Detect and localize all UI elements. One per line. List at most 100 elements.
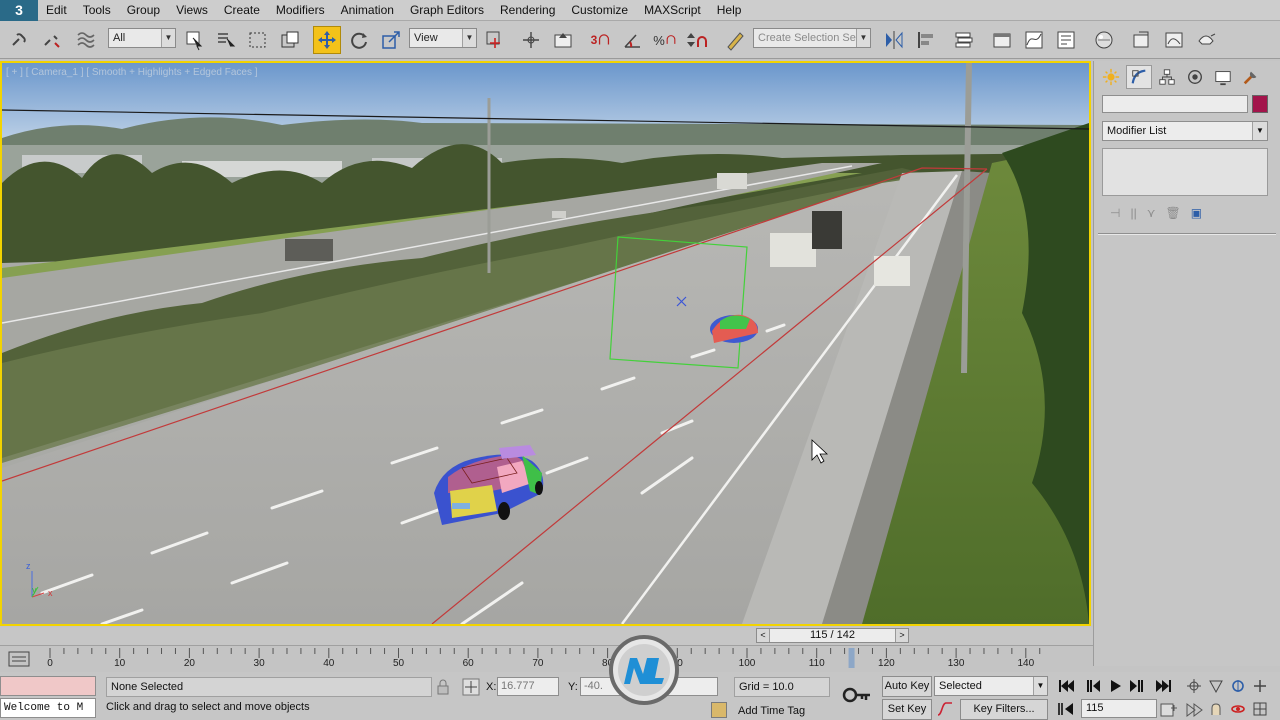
remove-modifier-icon[interactable]: 🗑	[1165, 206, 1180, 220]
select-by-name-icon[interactable]	[212, 26, 240, 54]
time-configuration-icon[interactable]	[1160, 702, 1178, 718]
hierarchy-icon[interactable]	[1154, 65, 1180, 89]
percent-snap-toggle-icon[interactable]: %	[651, 26, 679, 54]
mirror-icon[interactable]	[880, 26, 908, 54]
orbit-camera-icon[interactable]	[1228, 677, 1248, 695]
rectangular-selection-region-icon[interactable]	[244, 26, 272, 54]
menu-group[interactable]: Group	[119, 0, 168, 21]
go-to-end-icon[interactable]	[1152, 678, 1174, 694]
current-frame-field[interactable]: 115	[1081, 699, 1157, 718]
far-car-model[interactable]	[710, 314, 758, 343]
spinner-snap-toggle-icon[interactable]	[683, 26, 711, 54]
select-and-rotate-icon[interactable]	[345, 26, 373, 54]
menu-customize[interactable]: Customize	[563, 0, 636, 21]
add-time-tag[interactable]: Add Time Tag	[738, 705, 805, 717]
menu-rendering[interactable]: Rendering	[492, 0, 563, 21]
previous-frame-icon[interactable]	[1082, 678, 1104, 694]
object-name-field[interactable]	[1102, 95, 1248, 113]
key-mode-dropdown[interactable]: Selected ▼	[934, 676, 1048, 696]
angle-snap-toggle-icon[interactable]	[619, 26, 647, 54]
window-crossing-icon[interactable]	[276, 26, 304, 54]
prompt-line: Click and drag to select and move object…	[106, 701, 310, 713]
modifier-list-dropdown[interactable]: Modifier List ▼	[1102, 121, 1268, 141]
schematic-view-icon[interactable]	[1052, 26, 1080, 54]
menu-views[interactable]: Views	[168, 0, 216, 21]
default-in-out-tangents-icon[interactable]	[936, 701, 954, 717]
x-coord-field[interactable]: 16.777	[497, 677, 559, 696]
next-frame-button[interactable]: >	[895, 629, 908, 642]
reference-coordinate-dropdown[interactable]: View ▼	[409, 28, 477, 48]
go-to-start-icon[interactable]	[1056, 678, 1078, 694]
truck-camera-icon[interactable]	[1206, 700, 1226, 718]
menu-edit[interactable]: Edit	[38, 0, 75, 21]
select-and-move-icon[interactable]	[313, 26, 341, 54]
menu-create[interactable]: Create	[216, 0, 268, 21]
make-unique-icon[interactable]: ⋎	[1147, 206, 1156, 220]
menu-animation[interactable]: Animation	[333, 0, 402, 21]
set-key-button[interactable]: Set Key	[882, 699, 932, 720]
dolly-camera-icon[interactable]	[1250, 677, 1270, 695]
orbit-subobject-icon[interactable]	[1228, 700, 1248, 718]
menu-modifiers[interactable]: Modifiers	[268, 0, 333, 21]
layer-manager-icon[interactable]	[950, 26, 978, 54]
time-slider[interactable]: < 115 / 142 >	[756, 628, 909, 643]
key-filters-button[interactable]: Key Filters...	[960, 699, 1048, 720]
modify-icon[interactable]	[1126, 65, 1152, 89]
create-icon[interactable]	[1098, 65, 1124, 89]
menu-graph-editors[interactable]: Graph Editors	[402, 0, 492, 21]
material-editor-icon[interactable]	[1090, 26, 1118, 54]
play-forward-outline-icon[interactable]	[1184, 702, 1204, 718]
motion-icon[interactable]	[1182, 65, 1208, 89]
edit-named-selection-icon[interactable]	[721, 26, 749, 54]
time-tag-icon[interactable]	[711, 702, 727, 718]
select-and-manipulate-icon[interactable]	[517, 26, 545, 54]
maximize-viewport-toggle-icon[interactable]	[1250, 700, 1270, 718]
next-frame-icon[interactable]	[1126, 678, 1148, 694]
camera-viewport[interactable]: [ + ] [ Camera_1 ] [ Smooth + Highlights…	[0, 61, 1091, 626]
maxscript-listener-output[interactable]: Welcome to M	[0, 698, 96, 718]
named-selection-sets-dropdown[interactable]: Create Selection Se ▼	[753, 28, 871, 48]
align-icon[interactable]	[912, 26, 940, 54]
object-color-swatch[interactable]	[1252, 95, 1268, 113]
rendered-frame-window-icon[interactable]	[1160, 26, 1188, 54]
mini-curve-editor-icon[interactable]	[8, 650, 30, 668]
toggle-scene-explorer-icon[interactable]	[988, 26, 1016, 54]
keyboard-shortcut-override-icon[interactable]	[549, 26, 577, 54]
absolute-mode-transform-icon[interactable]	[462, 678, 480, 696]
frame-tick-label: 70	[532, 658, 544, 669]
menu-maxscript[interactable]: MAXScript	[636, 0, 709, 21]
modifier-stack[interactable]	[1102, 148, 1268, 196]
selection-filter-dropdown[interactable]: All ▼	[108, 28, 176, 48]
current-frame-marker[interactable]	[848, 648, 855, 668]
select-and-link-icon[interactable]	[6, 26, 34, 54]
show-end-result-icon[interactable]: ||	[1130, 206, 1136, 220]
key-mode-toggle-icon[interactable]	[1058, 702, 1074, 716]
unlink-selection-icon[interactable]	[38, 26, 66, 54]
select-and-scale-icon[interactable]	[377, 26, 405, 54]
play-icon[interactable]	[1104, 678, 1126, 694]
auto-key-button[interactable]: Auto Key	[882, 676, 932, 697]
field-of-view-icon[interactable]	[1206, 677, 1226, 695]
display-icon[interactable]	[1210, 65, 1236, 89]
curve-editor-icon[interactable]	[1020, 26, 1048, 54]
menu-tools[interactable]: Tools	[75, 0, 119, 21]
pin-stack-icon[interactable]: ⊣	[1110, 206, 1120, 220]
zoom-extents-icon[interactable]	[1184, 677, 1204, 695]
select-object-icon[interactable]	[180, 26, 208, 54]
menu-help[interactable]: Help	[709, 0, 750, 21]
configure-modifier-sets-icon[interactable]: ▣	[1191, 206, 1202, 220]
prev-frame-button[interactable]: <	[757, 629, 770, 642]
maxscript-mini-listener[interactable]	[0, 676, 96, 696]
viewport-label[interactable]: [ + ] [ Camera_1 ] [ Smooth + Highlights…	[6, 67, 258, 78]
render-production-icon[interactable]	[1192, 26, 1220, 54]
app-logo-icon[interactable]: 3	[0, 0, 38, 21]
lock-selection-icon[interactable]	[436, 679, 450, 695]
render-setup-icon[interactable]	[1128, 26, 1156, 54]
track-bar[interactable]: 0102030405060708090100110120130140	[0, 645, 1093, 672]
frame-tick-label: 100	[738, 658, 756, 669]
bind-to-space-warp-icon[interactable]	[72, 26, 100, 54]
utilities-icon[interactable]	[1238, 65, 1264, 89]
set-keys-icon[interactable]	[840, 682, 874, 708]
use-pivot-point-center-icon[interactable]	[481, 26, 509, 54]
snaps-toggle-icon[interactable]: 3	[587, 26, 615, 54]
